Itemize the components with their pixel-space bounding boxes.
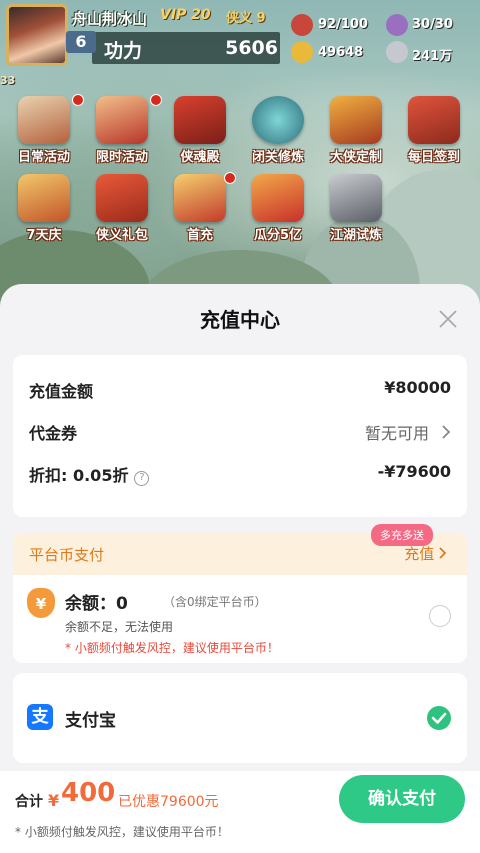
order-summary-card: 充值金额 ¥80000 代金券 暂无可用 折扣: 0.05折? -¥79600 <box>13 355 467 517</box>
gift-pack-icon <box>96 174 148 222</box>
alipay-icon: 支 <box>27 704 53 730</box>
balance-label: 余额：0 <box>65 589 128 614</box>
split-5b-icon <box>252 174 304 222</box>
notification-dot <box>224 172 236 184</box>
platform-coin-title: 平台币支付 <box>29 546 105 564</box>
vip-badge[interactable]: VIP 20 <box>160 7 211 23</box>
sheet-title: 充值中心 <box>200 308 280 332</box>
recharge-link-text: 充值 <box>404 545 435 563</box>
balance-value: 0 <box>116 594 128 614</box>
gold-ingot-icon <box>291 41 313 63</box>
stamina-icon <box>291 14 313 36</box>
activity-label: 江湖试炼 <box>329 228 382 243</box>
risk-warning-text: * 小额频付触发风控，建议使用平台币！ <box>65 641 279 655</box>
activity-customize[interactable]: 大侠定制 <box>320 96 392 165</box>
game-background: 舟山荆冰山 VIP 20 侠义 9 6 功力 5606 92/100 30/30… <box>0 0 480 330</box>
activity-split[interactable]: 瓜分5亿 <box>242 174 314 243</box>
silver-value: 241万 <box>412 49 453 64</box>
activity-label: 侠魂殿 <box>180 150 220 165</box>
voucher-value: 暂无可用 <box>364 424 429 443</box>
daily-signin-icon <box>408 96 460 144</box>
seclusion-training-icon <box>252 96 304 144</box>
amount-label: 充值金额 <box>29 382 94 401</box>
discount-summary: 已优惠79600元 <box>118 794 219 810</box>
chevron-right-icon <box>439 547 447 559</box>
silver-icon <box>386 41 408 63</box>
alipay-radio-selected[interactable] <box>427 706 451 730</box>
total-label: 合计 <box>15 794 43 810</box>
balance-label-text: 余额： <box>65 594 116 614</box>
discount-label: 折扣: 0.05折? <box>29 462 150 486</box>
confirm-payment-button[interactable]: 确认支付 <box>339 775 465 823</box>
jianghu-trial-icon <box>330 174 382 222</box>
activity-seclusion[interactable]: 闭关修炼 <box>242 96 314 165</box>
seven-day-icon <box>18 174 70 222</box>
activity-trial[interactable]: 江湖试炼 <box>320 174 392 243</box>
activity-label: 限时活动 <box>95 150 148 165</box>
power-label: 功力 <box>104 40 143 62</box>
footer-warning: * 小额频付触发风控，建议使用平台币！ <box>15 825 229 839</box>
coin-bag-icon: ¥ <box>27 588 55 618</box>
alipay-option[interactable]: 支 支付宝 <box>13 673 467 763</box>
activity-limited[interactable]: 限时活动 <box>86 96 158 165</box>
close-button[interactable] <box>438 309 458 329</box>
activity-label: 7天庆 <box>26 228 62 243</box>
recharge-link[interactable]: 充值 <box>404 543 447 564</box>
voucher-label: 代金券 <box>29 424 78 443</box>
chevron-right-icon <box>442 425 451 439</box>
limited-activity-icon <box>96 96 148 144</box>
platform-coin-card: 平台币支付 充值 ¥ 余额：0 （含0绑定平台币） 余额不足，无法使用 * 小额… <box>13 533 467 663</box>
amount-value: ¥80000 <box>384 378 451 397</box>
activity-gift-pack[interactable]: 侠义礼包 <box>86 174 158 243</box>
hero-hall-icon <box>174 96 226 144</box>
insufficient-balance-text: 余额不足，无法使用 <box>65 620 174 634</box>
activity-label: 侠义礼包 <box>95 228 148 243</box>
power-value: 5606 <box>225 37 278 59</box>
gold-value: 49648 <box>318 45 364 60</box>
help-icon[interactable]: ? <box>134 471 150 486</box>
check-icon <box>431 712 447 724</box>
voucher-row[interactable]: 代金券 暂无可用 <box>29 420 451 444</box>
payment-sheet: 充值中心 充值金额 ¥80000 代金券 暂无可用 折扣: 0.05折? -¥7… <box>0 284 480 853</box>
notification-dot <box>72 94 84 106</box>
player-name: 舟山荆冰山 <box>72 10 148 28</box>
activity-label: 大侠定制 <box>329 150 382 165</box>
discount-row: 折扣: 0.05折? -¥79600 <box>29 462 451 486</box>
energy-icon <box>386 14 408 36</box>
activity-label: 每日签到 <box>407 150 460 165</box>
activity-label: 日常活动 <box>17 150 70 165</box>
activity-label: 瓜分5亿 <box>253 228 303 243</box>
activity-first-recharge[interactable]: 首充 <box>164 174 236 243</box>
hero-customize-icon <box>330 96 382 144</box>
first-recharge-icon <box>174 174 226 222</box>
player-avatar[interactable] <box>6 4 68 66</box>
player-level: 6 <box>66 31 96 53</box>
activity-signin[interactable]: 每日签到 <box>398 96 470 165</box>
balance-note: （含0绑定平台币） <box>163 595 267 609</box>
notification-dot <box>150 94 162 106</box>
xiayi-badge: 侠义 9 <box>226 11 266 26</box>
amount-row: 充值金额 ¥80000 <box>29 378 451 402</box>
promo-badge: 多充多送 <box>371 524 433 546</box>
energy-value: 30/30 <box>412 17 453 32</box>
discount-value: -¥79600 <box>377 462 451 481</box>
side-badge: 33 <box>0 74 16 87</box>
platform-coin-radio[interactable] <box>429 605 451 627</box>
activity-daily[interactable]: 日常活动 <box>8 96 80 165</box>
activity-seven-day[interactable]: 7天庆 <box>8 174 80 243</box>
activity-hero-hall[interactable]: 侠魂殿 <box>164 96 236 165</box>
checkout-footer: 合计 ¥ 400 已优惠79600元 * 小额频付触发风控，建议使用平台币！ 确… <box>0 771 480 853</box>
total-value: 400 <box>61 778 116 808</box>
activity-label: 首充 <box>186 228 213 243</box>
game-header: 舟山荆冰山 VIP 20 侠义 9 6 功力 5606 92/100 30/30… <box>0 0 480 70</box>
daily-activity-icon <box>18 96 70 144</box>
alipay-label: 支付宝 <box>65 711 116 731</box>
total-currency: ¥ <box>48 791 60 810</box>
close-icon <box>439 310 457 328</box>
stamina-value: 92/100 <box>318 17 368 32</box>
activity-label: 闭关修炼 <box>251 150 304 165</box>
discount-label-text: 折扣: 0.05折 <box>29 466 129 485</box>
